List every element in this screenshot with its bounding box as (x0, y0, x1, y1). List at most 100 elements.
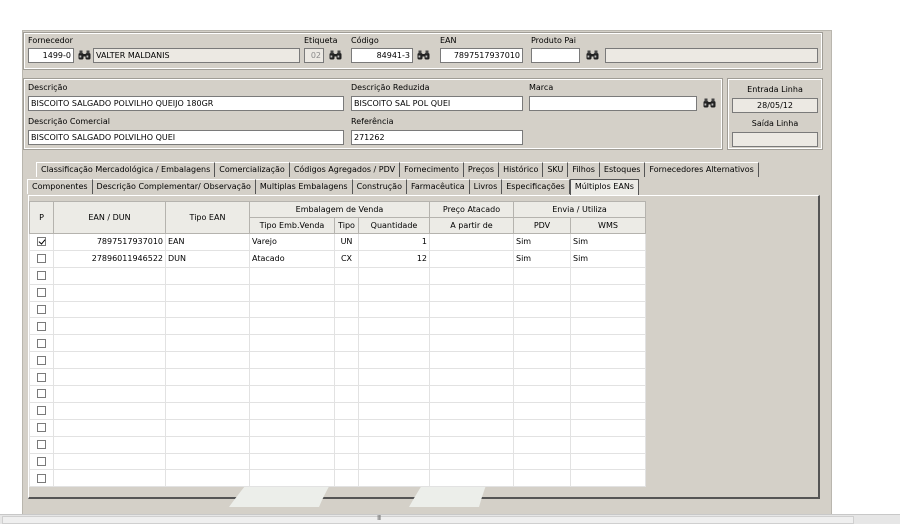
tipo-ean-cell[interactable]: EAN (165, 233, 250, 251)
table-row[interactable] (29, 401, 646, 420)
tipo-cell[interactable] (334, 469, 359, 488)
quantidade-cell[interactable]: 1 (358, 233, 430, 251)
pdv-cell[interactable] (513, 266, 571, 285)
quantidade-cell[interactable] (358, 435, 430, 454)
tab-historico[interactable]: Histórico (499, 162, 544, 177)
principal-cell[interactable] (29, 401, 54, 420)
principal-cell[interactable] (29, 266, 54, 285)
wms-cell[interactable] (570, 469, 646, 488)
tipo-cell[interactable] (334, 368, 359, 387)
tipo-ean-cell[interactable] (165, 334, 250, 353)
etiqueta-field[interactable]: 02 (304, 48, 324, 63)
wms-cell[interactable] (570, 351, 646, 370)
quantidade-cell[interactable] (358, 334, 430, 353)
tipo-emb-venda-cell[interactable] (249, 300, 335, 319)
ean-cell[interactable] (53, 266, 166, 285)
marca-search-button[interactable] (701, 96, 717, 110)
principal-cell[interactable] (29, 317, 54, 336)
principal-cell[interactable] (29, 452, 54, 471)
tab-livros[interactable]: Livros (469, 179, 503, 194)
tipo-ean-cell[interactable] (165, 317, 250, 336)
fornecedor-search-button[interactable] (76, 48, 92, 62)
principal-checkbox[interactable] (37, 372, 46, 382)
tipo-ean-cell[interactable] (165, 300, 250, 319)
tipo-cell[interactable] (334, 385, 359, 403)
a-partir-de-cell[interactable] (429, 283, 514, 302)
tipo-emb-venda-cell[interactable] (249, 401, 335, 420)
table-row[interactable] (29, 385, 646, 403)
col-pdv-header[interactable]: PDV (513, 217, 571, 234)
table-row[interactable]: 27896011946522 DUN Atacado CX 12 Sim Sim (29, 249, 646, 268)
col-quantidade-header[interactable]: Quantidade (358, 217, 430, 234)
wms-cell[interactable] (570, 283, 646, 302)
table-row[interactable] (29, 435, 646, 454)
ean-cell[interactable] (53, 385, 166, 403)
produto-pai-code-field[interactable] (531, 48, 580, 63)
principal-checkbox[interactable] (37, 423, 46, 433)
ean-field[interactable]: 7897517937010 (440, 48, 523, 63)
tab-sku[interactable]: SKU (543, 162, 569, 177)
quantidade-cell[interactable] (358, 266, 430, 285)
table-row[interactable] (29, 266, 646, 285)
principal-cell[interactable] (29, 283, 54, 302)
tab-precos[interactable]: Preços (463, 162, 500, 177)
tipo-emb-venda-cell[interactable] (249, 469, 335, 488)
pdv-cell[interactable]: Sim (513, 249, 571, 268)
descricao-reduzida-field[interactable]: BISCOITO SAL POL QUEI (351, 96, 523, 111)
wms-cell[interactable] (570, 266, 646, 285)
tab-construcao[interactable]: Construção (352, 179, 407, 194)
a-partir-de-cell[interactable] (429, 266, 514, 285)
descricao-comercial-field[interactable]: BISCOITO SALGADO POLVILHO QUEI (28, 130, 344, 145)
col-a-partir-de-header[interactable]: A partir de (429, 217, 514, 234)
tipo-emb-venda-cell[interactable] (249, 435, 335, 454)
tab-fornecedores-alternativos[interactable]: Fornecedores Alternativos (645, 162, 759, 177)
tipo-cell[interactable] (334, 452, 359, 471)
principal-cell[interactable] (29, 351, 54, 370)
pdv-cell[interactable]: Sim (513, 233, 571, 251)
principal-checkbox[interactable] (37, 473, 46, 483)
principal-cell[interactable] (29, 435, 54, 454)
wms-cell[interactable]: Sim (570, 249, 646, 268)
codigo-field[interactable]: 84941-3 (351, 48, 413, 63)
tab-classificacao-mercadologica-embalagens[interactable]: Classificação Mercadológica / Embalagens (36, 162, 216, 177)
a-partir-de-cell[interactable] (429, 233, 514, 251)
a-partir-de-cell[interactable] (429, 401, 514, 420)
quantidade-cell[interactable] (358, 368, 430, 387)
col-tipo-header[interactable]: Tipo (334, 217, 359, 234)
ean-cell[interactable] (53, 300, 166, 319)
tipo-emb-venda-cell[interactable] (249, 351, 335, 370)
tipo-cell[interactable] (334, 317, 359, 336)
wms-cell[interactable] (570, 300, 646, 319)
produto-pai-search-button[interactable] (584, 48, 600, 62)
principal-checkbox[interactable] (37, 355, 46, 365)
tipo-emb-venda-cell[interactable]: Atacado (249, 249, 335, 268)
wms-cell[interactable] (570, 435, 646, 454)
table-row[interactable] (29, 368, 646, 387)
table-row[interactable] (29, 469, 646, 488)
tab-multiplos-eans[interactable]: Múltiplos EANs (569, 179, 639, 195)
principal-checkbox[interactable] (37, 254, 46, 264)
tab-multiplas-embalagens[interactable]: Multiplas Embalagens (255, 179, 353, 194)
ean-cell[interactable] (53, 351, 166, 370)
ean-cell[interactable] (53, 317, 166, 336)
quantidade-cell[interactable]: 12 (358, 249, 430, 268)
ean-cell[interactable] (53, 452, 166, 471)
a-partir-de-cell[interactable] (429, 385, 514, 403)
principal-checkbox[interactable] (37, 237, 46, 247)
pdv-cell[interactable] (513, 452, 571, 471)
a-partir-de-cell[interactable] (429, 469, 514, 488)
tipo-emb-venda-cell[interactable]: Varejo (249, 233, 335, 251)
ean-cell[interactable] (53, 368, 166, 387)
table-row[interactable] (29, 300, 646, 319)
a-partir-de-cell[interactable] (429, 351, 514, 370)
ean-cell[interactable] (53, 418, 166, 437)
tipo-emb-venda-cell[interactable] (249, 368, 335, 387)
wms-cell[interactable]: Sim (570, 233, 646, 251)
pdv-cell[interactable] (513, 469, 571, 488)
quantidade-cell[interactable] (358, 283, 430, 302)
a-partir-de-cell[interactable] (429, 368, 514, 387)
tipo-emb-venda-cell[interactable] (249, 452, 335, 471)
principal-cell[interactable] (29, 300, 54, 319)
tab-filhos[interactable]: Filhos (568, 162, 600, 177)
table-row[interactable] (29, 418, 646, 437)
